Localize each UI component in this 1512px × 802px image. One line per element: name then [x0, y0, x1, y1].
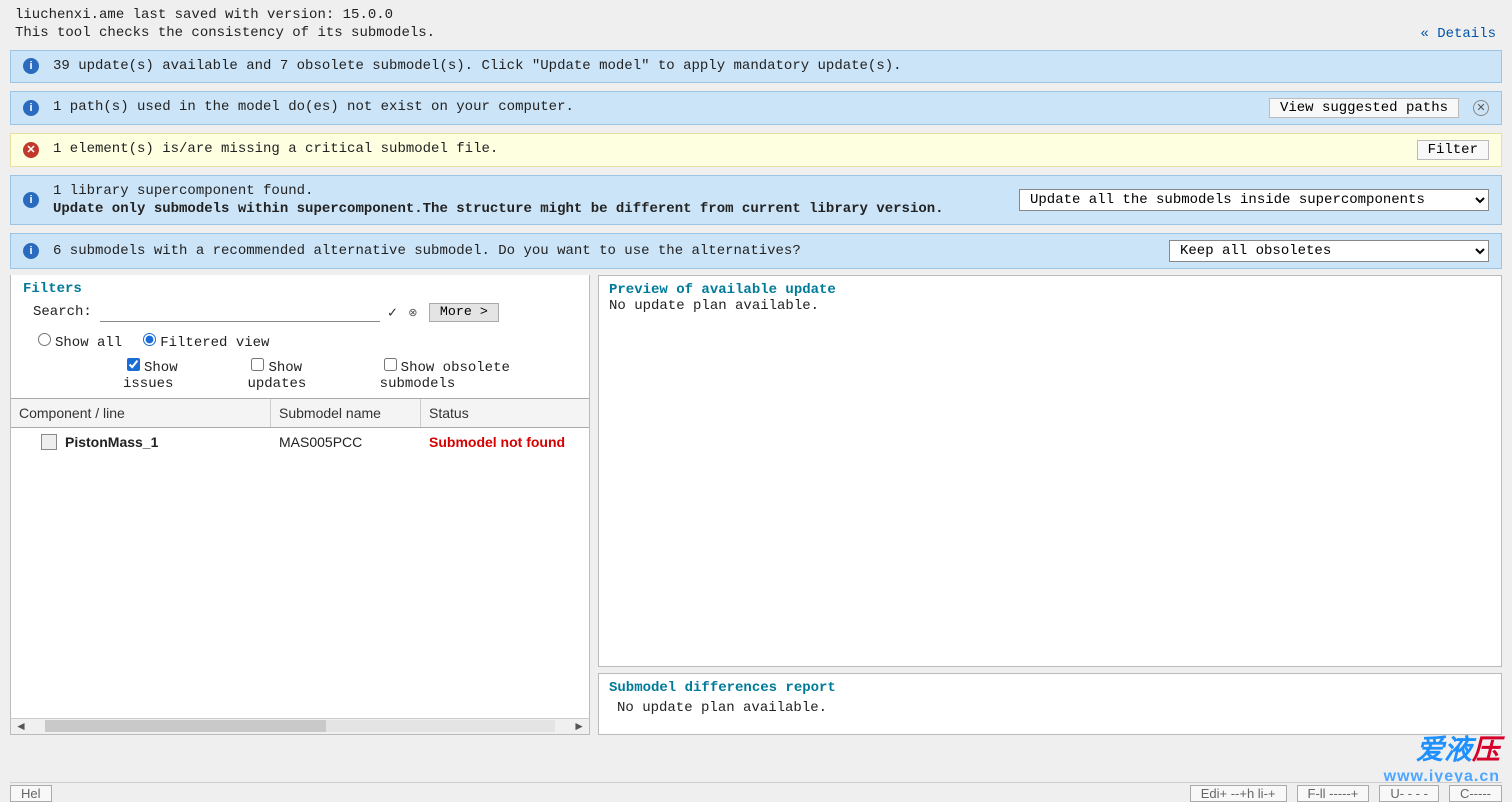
- horizontal-scrollbar[interactable]: ◄ ►: [11, 718, 589, 734]
- supercomp-line1: 1 library supercomponent found.: [53, 183, 313, 199]
- footer-button-1[interactable]: Edi+ --+h li-+: [1190, 785, 1287, 802]
- preview-title: Preview of available update: [609, 282, 1491, 298]
- file-version-line: liuchenxi.ame last saved with version: 1…: [0, 6, 1512, 24]
- view-suggested-paths-button[interactable]: View suggested paths: [1269, 98, 1459, 118]
- left-pane: Filters Search: ✓ ⊗ More > Show all Filt…: [10, 275, 590, 735]
- col-submodel[interactable]: Submodel name: [271, 399, 421, 427]
- more-button[interactable]: More >: [429, 303, 499, 322]
- supercomp-line2: Update only submodels within supercompon…: [53, 201, 944, 217]
- banner-missing: ✕ 1 element(s) is/are missing a critical…: [10, 133, 1502, 167]
- table-row[interactable]: PistonMass_1 MAS005PCC Submodel not foun…: [11, 428, 589, 456]
- banner-paths: i 1 path(s) used in the model do(es) not…: [10, 91, 1502, 125]
- show-issues-check[interactable]: Show issues: [123, 355, 227, 392]
- scroll-left-icon[interactable]: ◄: [11, 719, 31, 733]
- grid-header: Component / line Submodel name Status: [11, 398, 589, 428]
- details-label: Details: [1437, 26, 1496, 42]
- preview-panel: Preview of available update No update pl…: [598, 275, 1502, 667]
- footer-button-4[interactable]: C-----: [1449, 785, 1502, 802]
- banner-updates-text: 39 update(s) available and 7 obsolete su…: [53, 57, 1489, 75]
- submodel-name: MAS005PCC: [271, 432, 421, 452]
- filters-box: Filters Search: ✓ ⊗ More > Show all Filt…: [11, 275, 589, 398]
- component-name: PistonMass_1: [65, 434, 158, 450]
- component-icon: [41, 434, 57, 450]
- error-icon: ✕: [23, 142, 39, 158]
- col-component[interactable]: Component / line: [11, 399, 271, 427]
- info-icon: i: [23, 243, 39, 259]
- scroll-right-icon[interactable]: ►: [569, 719, 589, 733]
- banner-paths-text: 1 path(s) used in the model do(es) not e…: [53, 98, 1255, 116]
- banner-alternatives: i 6 submodels with a recommended alterna…: [10, 233, 1502, 269]
- filtered-view-radio[interactable]: Filtered view: [138, 330, 269, 351]
- grid-body[interactable]: PistonMass_1 MAS005PCC Submodel not foun…: [11, 428, 589, 718]
- banner-supercomponent: i 1 library supercomponent found. Update…: [10, 175, 1502, 225]
- close-icon[interactable]: ✕: [1473, 100, 1489, 116]
- show-all-radio[interactable]: Show all: [33, 330, 122, 351]
- show-obsolete-check[interactable]: Show obsolete submodels: [380, 355, 577, 392]
- differences-panel: Submodel differences report No update pl…: [598, 673, 1502, 735]
- banner-alternatives-text: 6 submodels with a recommended alternati…: [53, 242, 1155, 260]
- status-text: Submodel not found: [421, 432, 589, 452]
- banner-missing-text: 1 element(s) is/are missing a critical s…: [53, 140, 1403, 158]
- watermark: 爱液压 www.iyeya.cn: [1384, 728, 1500, 786]
- clear-icon[interactable]: ⊗: [405, 304, 421, 320]
- show-all-label: Show all: [55, 335, 122, 351]
- filters-title: Filters: [23, 281, 577, 297]
- info-icon: i: [23, 58, 39, 74]
- search-input[interactable]: [100, 303, 380, 322]
- help-button[interactable]: Hel: [10, 785, 52, 802]
- check-icon[interactable]: ✓: [388, 303, 397, 322]
- show-obsolete-label: Show obsolete submodels: [380, 360, 510, 392]
- banner-updates: i 39 update(s) available and 7 obsolete …: [10, 50, 1502, 82]
- diff-body: No update plan available.: [609, 696, 1491, 716]
- footer-button-2[interactable]: F-ll -----+: [1297, 785, 1370, 802]
- scroll-thumb[interactable]: [45, 720, 326, 732]
- info-icon: i: [23, 192, 39, 208]
- watermark-text-a: 爱液: [1416, 734, 1472, 765]
- info-icon: i: [23, 100, 39, 116]
- filter-button[interactable]: Filter: [1417, 140, 1489, 160]
- search-label: Search:: [33, 304, 92, 320]
- supercomponent-action-select[interactable]: Update all the submodels inside supercom…: [1019, 189, 1489, 211]
- preview-body: No update plan available.: [609, 298, 1491, 314]
- details-button[interactable]: « Details: [1414, 25, 1502, 43]
- alternatives-action-select[interactable]: Keep all obsoletes: [1169, 240, 1489, 262]
- filtered-view-label: Filtered view: [160, 335, 269, 351]
- watermark-text-b: 压: [1472, 734, 1500, 765]
- footer-button-3[interactable]: U- - - -: [1379, 785, 1439, 802]
- col-status[interactable]: Status: [421, 399, 589, 427]
- tool-desc-line: This tool checks the consistency of its …: [0, 24, 1512, 42]
- footer-bar: Hel Edi+ --+h li-+ F-ll -----+ U- - - - …: [10, 782, 1502, 802]
- banner-supercomponent-text: 1 library supercomponent found. Update o…: [53, 182, 1005, 218]
- diff-title: Submodel differences report: [609, 680, 1491, 696]
- show-updates-check[interactable]: Show updates: [247, 355, 359, 392]
